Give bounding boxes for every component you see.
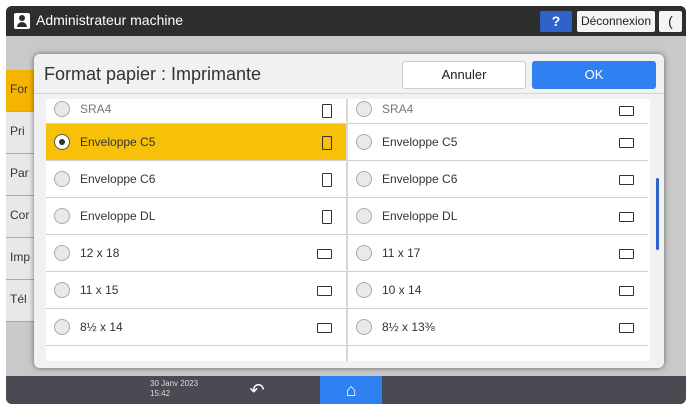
paper-option-row[interactable]: 12 x 18 [46, 235, 346, 272]
bottom-bar: 30 Janv 2023 15:42 ↶ ⌂ [6, 376, 686, 404]
portrait-orientation-icon [322, 104, 332, 118]
radio-icon[interactable] [54, 171, 70, 187]
portrait-orientation-icon [322, 173, 332, 187]
user-icon [14, 13, 30, 29]
landscape-orientation-icon [619, 286, 634, 296]
paper-option-row[interactable]: SRA4 [348, 99, 648, 124]
landscape-orientation-icon [619, 138, 634, 148]
paper-option-label: Enveloppe C5 [382, 135, 458, 149]
radio-icon[interactable] [54, 245, 70, 261]
paper-option-label: 10 x 14 [382, 283, 422, 297]
radio-icon[interactable] [356, 171, 372, 187]
landscape-orientation-icon [619, 175, 634, 185]
portrait-orientation-icon [322, 136, 332, 150]
landscape-orientation-icon [619, 249, 634, 259]
paper-option-row[interactable]: 11 x 15 [46, 272, 346, 309]
user-name: Administrateur machine [36, 12, 184, 28]
radio-icon[interactable] [356, 208, 372, 224]
logout-button[interactable]: Déconnexion [577, 11, 655, 32]
paper-list-left-column: SRA4 Enveloppe C5 Enveloppe C6 Enveloppe DL… [46, 99, 346, 346]
landscape-orientation-icon [317, 249, 332, 259]
paper-option-row[interactable]: Enveloppe DL [348, 198, 648, 235]
paper-option-label: SRA4 [80, 102, 112, 116]
radio-icon[interactable] [356, 319, 372, 335]
top-bar: Administrateur machine ? Déconnexion ( [6, 6, 686, 36]
radio-icon[interactable] [54, 208, 70, 224]
paper-option-label: 11 x 17 [382, 246, 421, 260]
paper-option-label: Enveloppe DL [80, 209, 156, 223]
paper-option-row[interactable]: SRA4 [46, 99, 346, 124]
radio-icon[interactable] [356, 134, 372, 150]
radio-icon[interactable] [356, 245, 372, 261]
radio-icon[interactable] [356, 282, 372, 298]
cancel-button[interactable]: Annuler [402, 61, 526, 89]
paper-option-label: Enveloppe C5 [80, 135, 156, 149]
paper-option-label: 8½ x 14 [80, 320, 123, 334]
paper-option-label: 12 x 18 [80, 246, 120, 260]
help-button[interactable]: ? [540, 11, 572, 32]
paper-option-row[interactable]: 8½ x 13⅜ [348, 309, 648, 346]
dialog-title: Format papier : Imprimante [44, 64, 262, 84]
radio-icon[interactable] [54, 319, 70, 335]
paper-option-label: Enveloppe C6 [382, 172, 458, 186]
home-icon[interactable]: ⌂ [320, 376, 382, 404]
paper-option-row[interactable]: Enveloppe C5 [348, 124, 648, 161]
date-text: 30 Janv 2023 [150, 379, 199, 388]
scrollbar[interactable] [656, 178, 659, 250]
paper-option-row[interactable]: 10 x 14 [348, 272, 648, 309]
paper-option-row[interactable]: Enveloppe C6 [46, 161, 346, 198]
paper-option-row[interactable]: Enveloppe C6 [348, 161, 648, 198]
back-arrow-icon[interactable]: ↶ [242, 379, 272, 401]
radio-icon[interactable] [356, 101, 372, 117]
paper-option-row[interactable]: Enveloppe C5 [46, 124, 346, 161]
paper-option-label: 8½ x 13⅜ [382, 320, 435, 334]
radio-icon[interactable] [54, 282, 70, 298]
landscape-orientation-icon [619, 323, 634, 333]
paper-option-row[interactable]: Enveloppe DL [46, 198, 346, 235]
back-icon[interactable]: ( [659, 11, 682, 32]
paper-option-row[interactable]: 8½ x 14 [46, 309, 346, 346]
paper-option-row[interactable]: 11 x 17 [348, 235, 648, 272]
landscape-orientation-icon [619, 106, 634, 116]
radio-selected-icon[interactable] [54, 134, 70, 150]
paper-size-list: SRA4 Enveloppe C5 Enveloppe C6 Enveloppe DL… [46, 99, 650, 361]
dialog-header: Format papier : Imprimante Annuler OK [34, 54, 664, 94]
device-screen: Administrateur machine ? Déconnexion ( F… [6, 6, 686, 404]
paper-option-label: 11 x 15 [80, 283, 119, 297]
paper-size-dialog: Format papier : Imprimante Annuler OK SR… [34, 54, 664, 368]
landscape-orientation-icon [317, 286, 332, 296]
landscape-orientation-icon [619, 212, 634, 222]
radio-icon[interactable] [54, 101, 70, 117]
portrait-orientation-icon [322, 210, 332, 224]
ok-button[interactable]: OK [532, 61, 656, 89]
paper-option-label: SRA4 [382, 102, 414, 116]
paper-list-right-column: SRA4 Enveloppe C5 Enveloppe C6 Enveloppe DL… [348, 99, 648, 346]
time-text: 15:42 [150, 389, 171, 398]
date-time: 30 Janv 2023 15:42 [150, 379, 198, 399]
paper-option-label: Enveloppe DL [382, 209, 458, 223]
paper-option-label: Enveloppe C6 [80, 172, 156, 186]
landscape-orientation-icon [317, 323, 332, 333]
